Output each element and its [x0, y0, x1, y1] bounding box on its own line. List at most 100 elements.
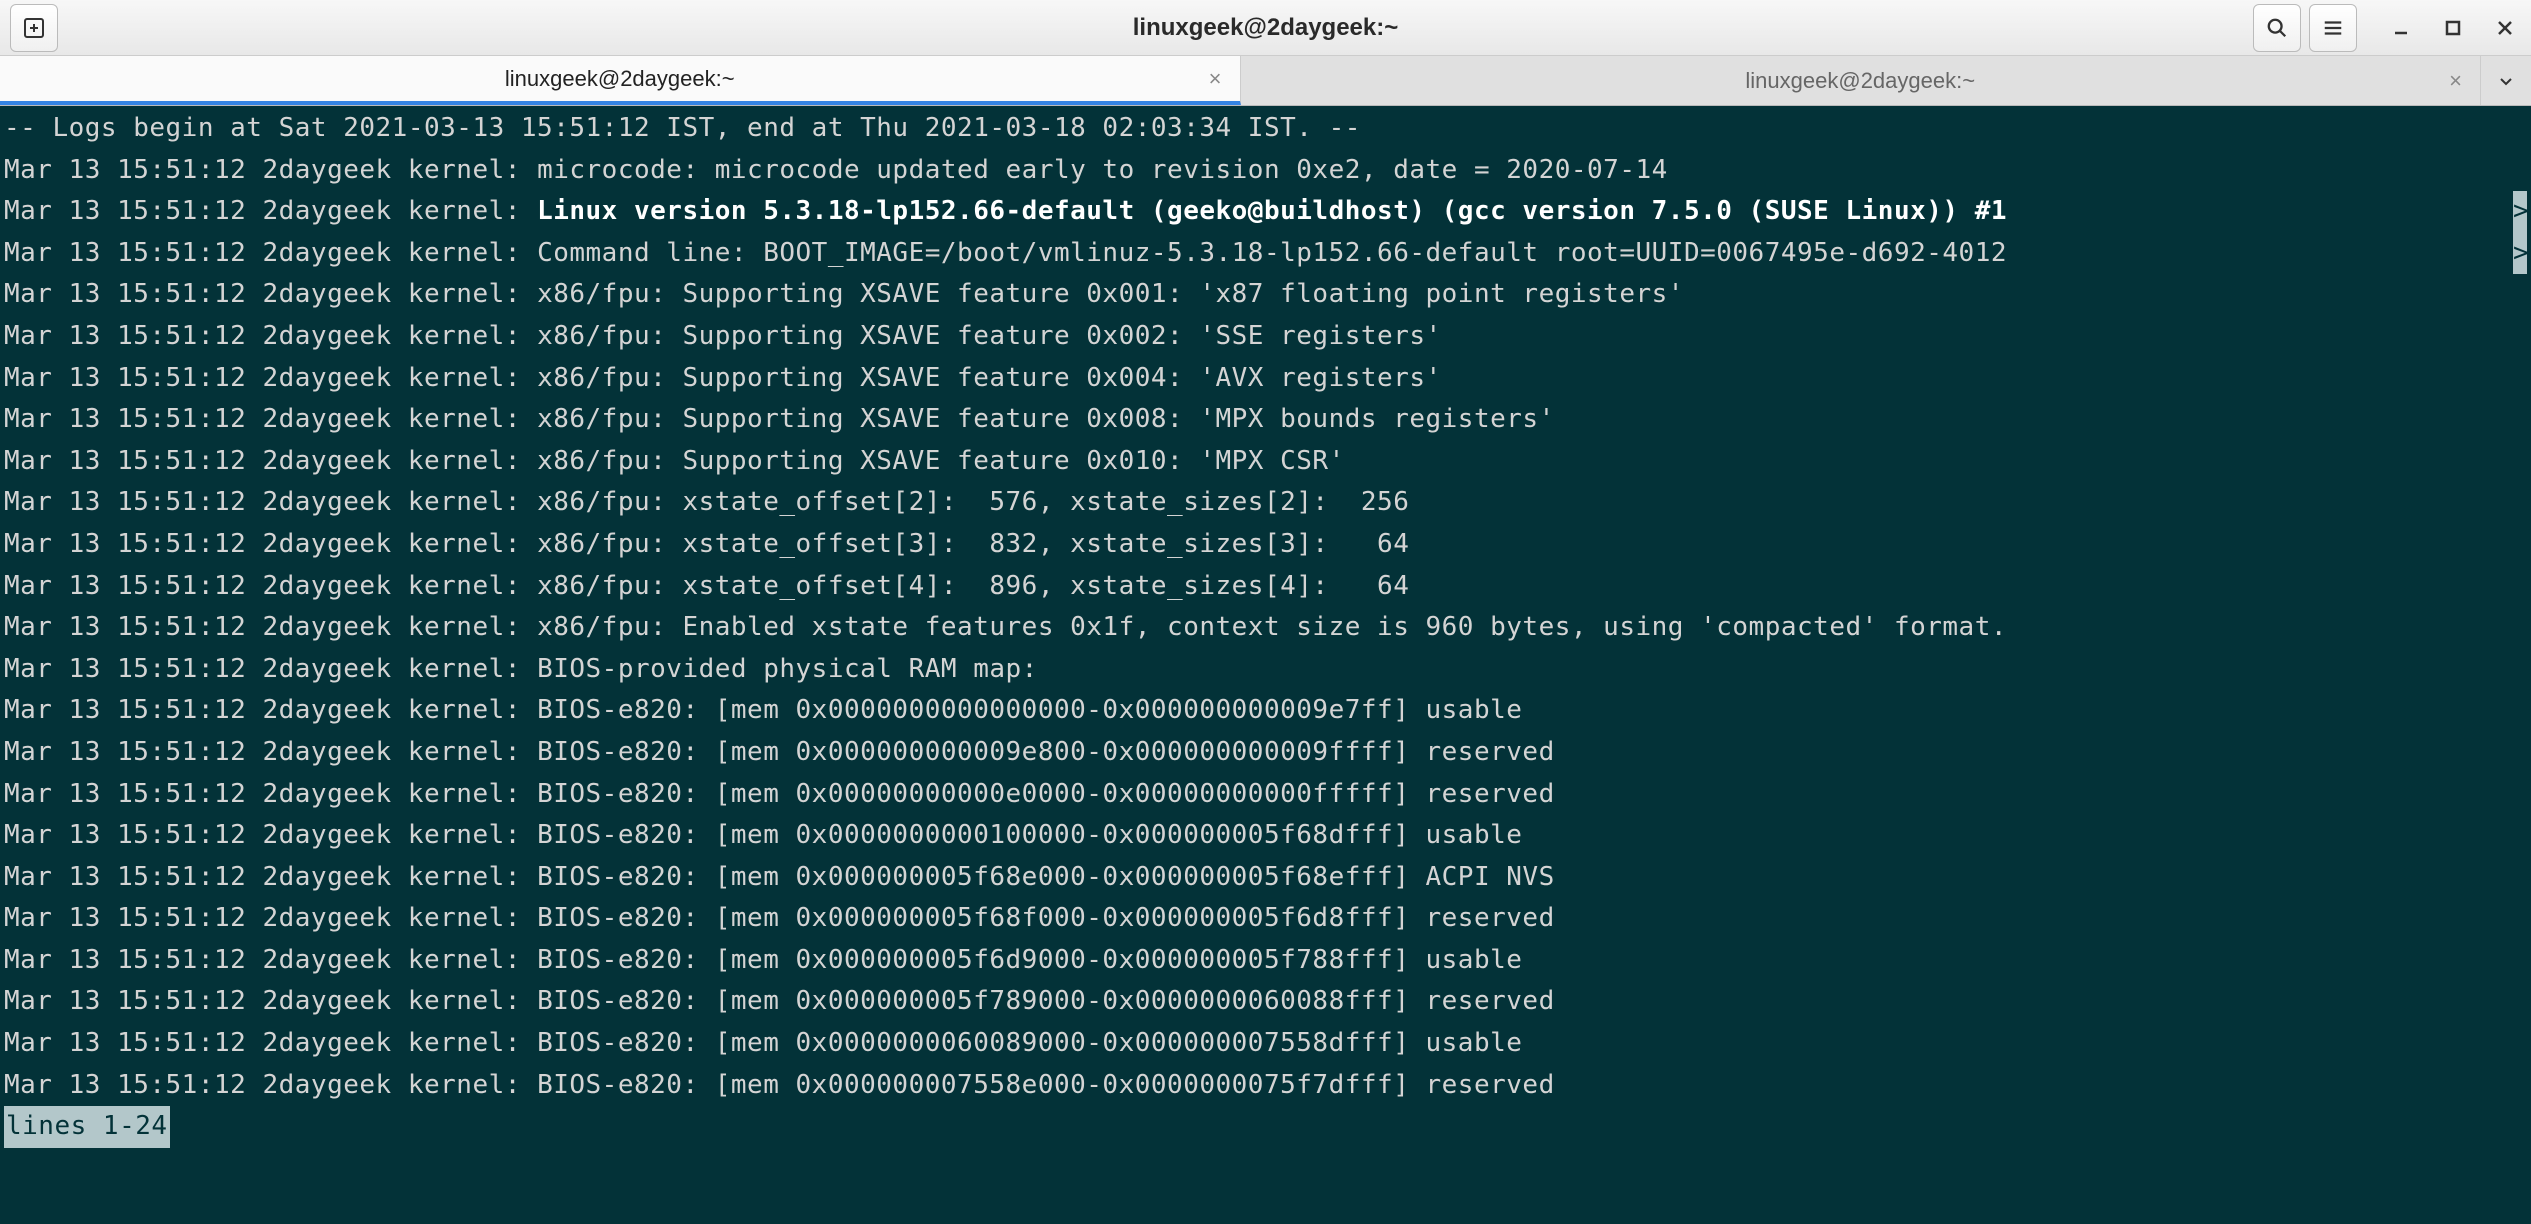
tab-1[interactable]: linuxgeek@2daygeek:~ ×	[1241, 56, 2482, 105]
log-header-line: -- Logs begin at Sat 2021-03-13 15:51:12…	[4, 108, 2527, 150]
log-line: Mar 13 15:51:12 2daygeek kernel: BIOS-e8…	[4, 690, 2527, 732]
log-line: Mar 13 15:51:12 2daygeek kernel: x86/fpu…	[4, 316, 2527, 358]
titlebar: linuxgeek@2daygeek:~	[0, 0, 2531, 56]
log-message: BIOS-e820: [mem 0x0000000000100000-0x000…	[537, 820, 1522, 850]
log-line: Mar 13 15:51:12 2daygeek kernel: BIOS-e8…	[4, 857, 2527, 899]
log-prefix: Mar 13 15:51:12 2daygeek kernel:	[4, 363, 537, 393]
log-message: BIOS-e820: [mem 0x000000007558e000-0x000…	[537, 1070, 1555, 1100]
search-button[interactable]	[2253, 4, 2301, 52]
terminal-output[interactable]: -- Logs begin at Sat 2021-03-13 15:51:12…	[0, 106, 2531, 1224]
log-message: x86/fpu: Supporting XSAVE feature 0x008:…	[537, 404, 1555, 434]
log-message: BIOS-e820: [mem 0x000000005f789000-0x000…	[537, 986, 1555, 1016]
log-prefix: Mar 13 15:51:12 2daygeek kernel:	[4, 737, 537, 767]
maximize-button[interactable]	[2437, 12, 2469, 44]
log-message: BIOS-provided physical RAM map:	[537, 654, 1038, 684]
tab-label: linuxgeek@2daygeek:~	[505, 66, 735, 92]
log-line: Mar 13 15:51:12 2daygeek kernel: x86/fpu…	[4, 399, 2527, 441]
log-message: x86/fpu: xstate_offset[2]: 576, xstate_s…	[537, 487, 1409, 517]
log-line: Mar 13 15:51:12 2daygeek kernel: x86/fpu…	[4, 524, 2527, 566]
log-line: Mar 13 15:51:12 2daygeek kernel: x86/fpu…	[4, 274, 2527, 316]
tab-bar: linuxgeek@2daygeek:~ × linuxgeek@2daygee…	[0, 56, 2531, 106]
log-prefix: Mar 13 15:51:12 2daygeek kernel:	[4, 695, 537, 725]
log-line: Mar 13 15:51:12 2daygeek kernel: BIOS-e8…	[4, 898, 2527, 940]
new-tab-button[interactable]	[10, 4, 58, 52]
line-truncation-marker: >	[2513, 233, 2527, 275]
log-prefix: Mar 13 15:51:12 2daygeek kernel:	[4, 155, 537, 185]
new-tab-icon	[22, 16, 46, 40]
log-line: Mar 13 15:51:12 2daygeek kernel: BIOS-pr…	[4, 649, 2527, 691]
tab-0[interactable]: linuxgeek@2daygeek:~ ×	[0, 56, 1241, 105]
log-message: x86/fpu: Supporting XSAVE feature 0x004:…	[537, 363, 1442, 393]
window-title: linuxgeek@2daygeek:~	[1133, 14, 1399, 42]
tab-close-button[interactable]: ×	[2449, 68, 2462, 94]
log-line: Mar 13 15:51:12 2daygeek kernel: BIOS-e8…	[4, 732, 2527, 774]
log-line: Mar 13 15:51:12 2daygeek kernel: BIOS-e8…	[4, 815, 2527, 857]
log-line: Mar 13 15:51:12 2daygeek kernel: Linux v…	[4, 191, 2527, 233]
titlebar-right	[2253, 4, 2521, 52]
minimize-icon	[2393, 20, 2409, 36]
menu-button[interactable]	[2309, 4, 2357, 52]
log-line: Mar 13 15:51:12 2daygeek kernel: BIOS-e8…	[4, 940, 2527, 982]
log-prefix: Mar 13 15:51:12 2daygeek kernel:	[4, 612, 537, 642]
log-prefix: Mar 13 15:51:12 2daygeek kernel:	[4, 321, 537, 351]
titlebar-left	[10, 4, 58, 52]
log-line: Mar 13 15:51:12 2daygeek kernel: Command…	[4, 233, 2527, 275]
log-message: BIOS-e820: [mem 0x000000005f68e000-0x000…	[537, 862, 1555, 892]
log-prefix: Mar 13 15:51:12 2daygeek kernel:	[4, 820, 537, 850]
log-line: Mar 13 15:51:12 2daygeek kernel: x86/fpu…	[4, 441, 2527, 483]
log-prefix: Mar 13 15:51:12 2daygeek kernel:	[4, 986, 537, 1016]
minimize-button[interactable]	[2385, 12, 2417, 44]
log-line: Mar 13 15:51:12 2daygeek kernel: BIOS-e8…	[4, 1023, 2527, 1065]
log-prefix: Mar 13 15:51:12 2daygeek kernel:	[4, 654, 537, 684]
log-message: x86/fpu: xstate_offset[3]: 832, xstate_s…	[537, 529, 1409, 559]
log-message: BIOS-e820: [mem 0x0000000000000000-0x000…	[537, 695, 1522, 725]
log-message: microcode: microcode updated early to re…	[537, 155, 1668, 185]
log-message: x86/fpu: Supporting XSAVE feature 0x001:…	[537, 279, 1684, 309]
search-icon	[2266, 17, 2288, 39]
log-line: Mar 13 15:51:12 2daygeek kernel: microco…	[4, 150, 2527, 192]
log-line: Mar 13 15:51:12 2daygeek kernel: x86/fpu…	[4, 358, 2527, 400]
log-message: BIOS-e820: [mem 0x000000005f68f000-0x000…	[537, 903, 1555, 933]
log-line: Mar 13 15:51:12 2daygeek kernel: BIOS-e8…	[4, 1065, 2527, 1107]
log-message: x86/fpu: Supporting XSAVE feature 0x002:…	[537, 321, 1442, 351]
log-message: BIOS-e820: [mem 0x00000000000e0000-0x000…	[537, 779, 1555, 809]
pager-status-line: lines 1-24	[4, 1106, 170, 1148]
chevron-down-icon	[2498, 73, 2514, 89]
log-prefix: Mar 13 15:51:12 2daygeek kernel:	[4, 903, 537, 933]
log-prefix: Mar 13 15:51:12 2daygeek kernel:	[4, 1070, 537, 1100]
log-line: Mar 13 15:51:12 2daygeek kernel: BIOS-e8…	[4, 981, 2527, 1023]
log-line: Mar 13 15:51:12 2daygeek kernel: x86/fpu…	[4, 566, 2527, 608]
log-line: Mar 13 15:51:12 2daygeek kernel: x86/fpu…	[4, 482, 2527, 524]
log-message: BIOS-e820: [mem 0x0000000060089000-0x000…	[537, 1028, 1522, 1058]
log-message: BIOS-e820: [mem 0x000000005f6d9000-0x000…	[537, 945, 1522, 975]
close-icon	[2497, 20, 2513, 36]
log-prefix: Mar 13 15:51:12 2daygeek kernel:	[4, 1028, 537, 1058]
log-message: x86/fpu: xstate_offset[4]: 896, xstate_s…	[537, 571, 1409, 601]
log-prefix: Mar 13 15:51:12 2daygeek kernel:	[4, 779, 537, 809]
window-controls	[2385, 12, 2521, 44]
line-truncation-marker: >	[2513, 191, 2527, 233]
log-line: Mar 13 15:51:12 2daygeek kernel: BIOS-e8…	[4, 774, 2527, 816]
log-prefix: Mar 13 15:51:12 2daygeek kernel:	[4, 238, 537, 268]
tab-dropdown-button[interactable]	[2481, 56, 2531, 105]
log-prefix: Mar 13 15:51:12 2daygeek kernel:	[4, 862, 537, 892]
log-message: x86/fpu: Supporting XSAVE feature 0x010:…	[537, 446, 1345, 476]
terminal-window: linuxgeek@2daygeek:~	[0, 0, 2531, 1224]
close-button[interactable]	[2489, 12, 2521, 44]
log-line: Mar 13 15:51:12 2daygeek kernel: x86/fpu…	[4, 607, 2527, 649]
log-prefix: Mar 13 15:51:12 2daygeek kernel:	[4, 529, 537, 559]
log-prefix: Mar 13 15:51:12 2daygeek kernel:	[4, 487, 537, 517]
log-message: x86/fpu: Enabled xstate features 0x1f, c…	[537, 612, 2007, 642]
tab-close-button[interactable]: ×	[1209, 66, 1222, 92]
log-prefix: Mar 13 15:51:12 2daygeek kernel:	[4, 404, 537, 434]
log-prefix: Mar 13 15:51:12 2daygeek kernel:	[4, 945, 537, 975]
log-prefix: Mar 13 15:51:12 2daygeek kernel:	[4, 196, 537, 226]
log-prefix: Mar 13 15:51:12 2daygeek kernel:	[4, 446, 537, 476]
log-prefix: Mar 13 15:51:12 2daygeek kernel:	[4, 279, 537, 309]
log-prefix: Mar 13 15:51:12 2daygeek kernel:	[4, 571, 537, 601]
log-message: Command line: BOOT_IMAGE=/boot/vmlinuz-5…	[537, 238, 2007, 268]
maximize-icon	[2445, 20, 2461, 36]
log-message: Linux version 5.3.18-lp152.66-default (g…	[537, 196, 2007, 226]
hamburger-icon	[2322, 17, 2344, 39]
tab-label: linuxgeek@2daygeek:~	[1745, 68, 1975, 94]
